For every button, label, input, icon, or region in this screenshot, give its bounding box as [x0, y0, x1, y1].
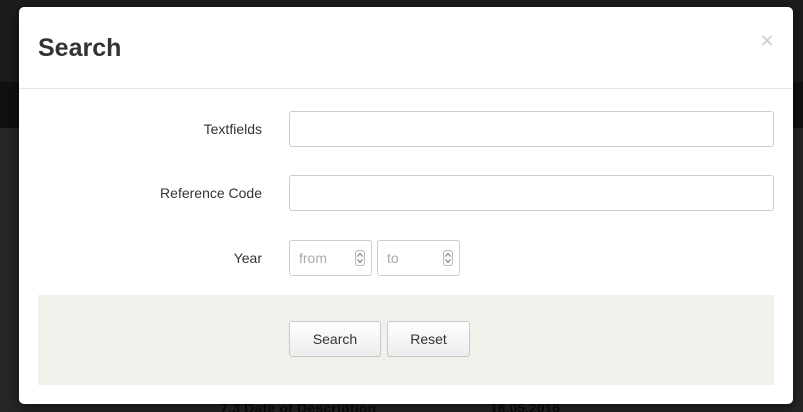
textfields-row: Textfields: [19, 111, 793, 147]
close-icon: ×: [759, 30, 775, 51]
reference-code-row: Reference Code: [19, 175, 793, 211]
year-to-spinner[interactable]: [443, 250, 453, 266]
spinner-arrows-icon: [445, 252, 451, 264]
reference-code-input[interactable]: [289, 175, 774, 211]
year-from-spinner[interactable]: [355, 250, 365, 266]
search-modal: Search × Textfields Reference Code Year: [19, 7, 793, 404]
year-row: Year: [19, 240, 793, 276]
close-button[interactable]: ×: [757, 31, 777, 51]
search-button[interactable]: Search: [289, 321, 381, 357]
textfields-input[interactable]: [289, 111, 774, 147]
reference-code-label: Reference Code: [160, 185, 262, 201]
year-to-input[interactable]: [378, 241, 438, 275]
modal-title: Search: [38, 34, 122, 62]
reset-button[interactable]: Reset: [387, 321, 470, 357]
form-actions: Search Reset: [38, 295, 774, 385]
year-to-field[interactable]: [377, 240, 460, 276]
year-label: Year: [233, 250, 262, 266]
year-from-field[interactable]: [289, 240, 372, 276]
spinner-arrows-icon: [357, 252, 363, 264]
year-from-input[interactable]: [290, 241, 350, 275]
modal-header: Search ×: [19, 7, 793, 89]
textfields-label: Textfields: [203, 121, 262, 137]
